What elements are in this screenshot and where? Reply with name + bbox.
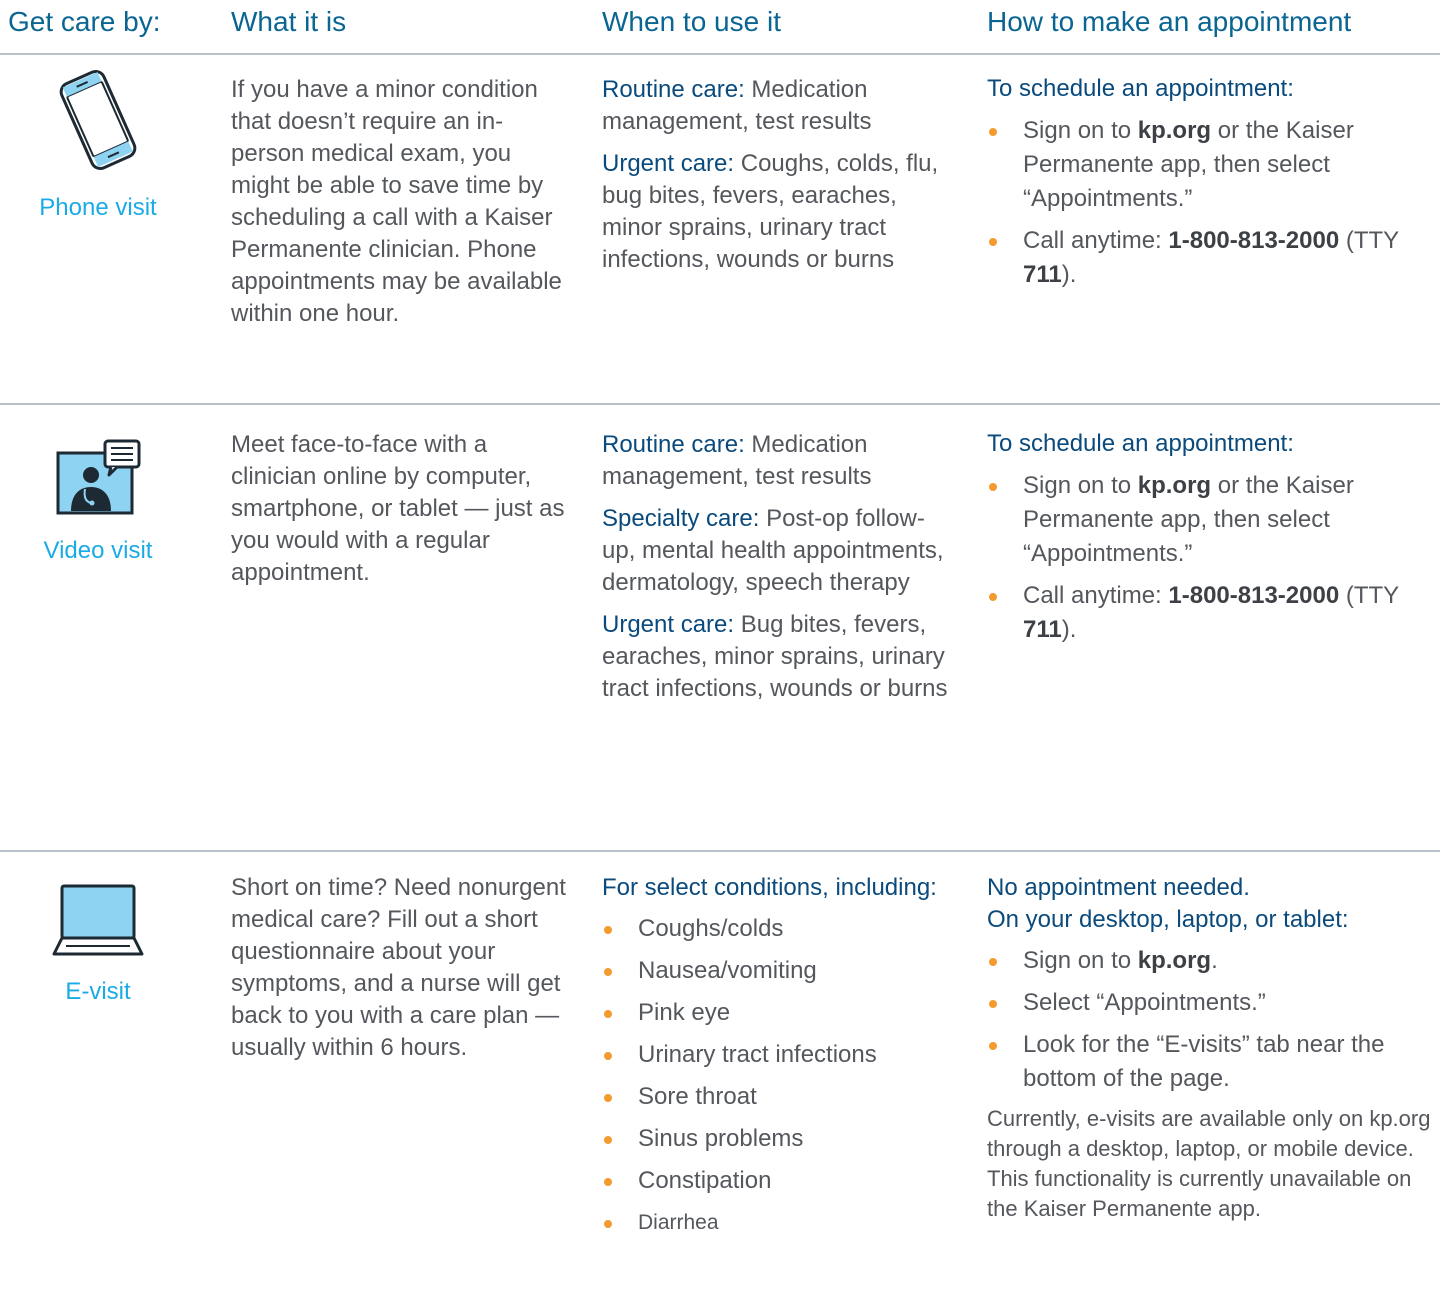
phone-number[interactable]: 1-800-813-2000 — [1168, 582, 1339, 609]
care-type-label: Video visit — [43, 537, 153, 564]
header-what-it-is: What it is — [231, 6, 347, 37]
tty-number: 711 — [1023, 616, 1062, 643]
list-item: Pink eye — [602, 996, 952, 1030]
phone-how-to-schedule: To schedule an appointment: Sign on to k… — [987, 72, 1440, 300]
divider — [0, 403, 1440, 405]
header-when-to-use: When to use it — [602, 6, 781, 37]
list-item: Sinus problems — [602, 1122, 952, 1156]
list-item: Sign on to kp.org or the Kaiser Permanen… — [987, 469, 1440, 571]
list-item: Constipation — [602, 1164, 952, 1198]
routine-care-label: Routine care: — [602, 431, 745, 458]
kp-org-link[interactable]: kp.org — [1138, 947, 1211, 974]
device-heading: On your desktop, laptop, or tablet: — [987, 906, 1349, 933]
specialty-care-label: Specialty care: — [602, 505, 760, 532]
laptop-icon — [52, 884, 144, 956]
divider — [0, 850, 1440, 852]
list-item: Diarrhea — [602, 1206, 952, 1240]
availability-note: Currently, e-visits are available only o… — [987, 1106, 1431, 1221]
list-item: Call anytime: 1-800-813-2000 (TTY 711). — [987, 224, 1440, 292]
list-item: Look for the “E-visits” tab near the bot… — [987, 1028, 1440, 1096]
list-item: Sign on to kp.org or the Kaiser Permanen… — [987, 114, 1440, 216]
schedule-heading: To schedule an appointment: — [987, 75, 1294, 102]
no-appointment-heading: No appointment needed. — [987, 874, 1250, 901]
list-item: Coughs/colds — [602, 912, 952, 946]
care-type-label: Phone visit — [39, 194, 157, 221]
evisit-what-it-is: Short on time? Need nonurgent medical ca… — [231, 874, 566, 1061]
list-item: Call anytime: 1-800-813-2000 (TTY 711). — [987, 579, 1440, 647]
conditions-heading: For select conditions, including: — [602, 874, 937, 901]
routine-care-label: Routine care: — [602, 76, 745, 103]
phone-number[interactable]: 1-800-813-2000 — [1168, 227, 1339, 254]
video-visit-icon — [56, 439, 141, 515]
header-how-to-make-appointment: How to make an appointment — [987, 6, 1352, 37]
kp-org-link[interactable]: kp.org — [1138, 472, 1211, 499]
tty-number: 711 — [1023, 261, 1062, 288]
list-item: Sign on to kp.org. — [987, 944, 1440, 978]
video-visit-cell: Video visit — [0, 439, 196, 565]
video-when-to-use: Routine care: Medication management, tes… — [602, 429, 952, 715]
phone-when-to-use: Routine care: Medication management, tes… — [602, 74, 952, 286]
list-item: Sore throat — [602, 1080, 952, 1114]
list-item: Nausea/vomiting — [602, 954, 952, 988]
divider — [0, 53, 1440, 55]
video-what-it-is: Meet face-to-face with a clinician onlin… — [231, 431, 565, 586]
header-get-care-by: Get care by: — [8, 6, 161, 37]
schedule-heading: To schedule an appointment: — [987, 430, 1294, 457]
list-item: Urinary tract infections — [602, 1038, 952, 1072]
list-item: Select “Appointments.” — [987, 986, 1440, 1020]
video-how-to-schedule: To schedule an appointment: Sign on to k… — [987, 427, 1440, 655]
kp-org-link[interactable]: kp.org — [1138, 117, 1211, 144]
phone-what-it-is: If you have a minor condition that doesn… — [231, 76, 562, 327]
phone-visit-cell: Phone visit — [0, 64, 196, 222]
e-visit-cell: E-visit — [0, 882, 196, 1006]
urgent-care-label: Urgent care: — [602, 611, 735, 638]
urgent-care-label: Urgent care: — [602, 150, 735, 177]
care-type-label: E-visit — [65, 978, 131, 1005]
evisit-when-to-use: For select conditions, including: Coughs… — [602, 872, 952, 1248]
smartphone-icon — [59, 70, 137, 170]
evisit-how-to-access: No appointment needed. On your desktop, … — [987, 872, 1440, 1224]
